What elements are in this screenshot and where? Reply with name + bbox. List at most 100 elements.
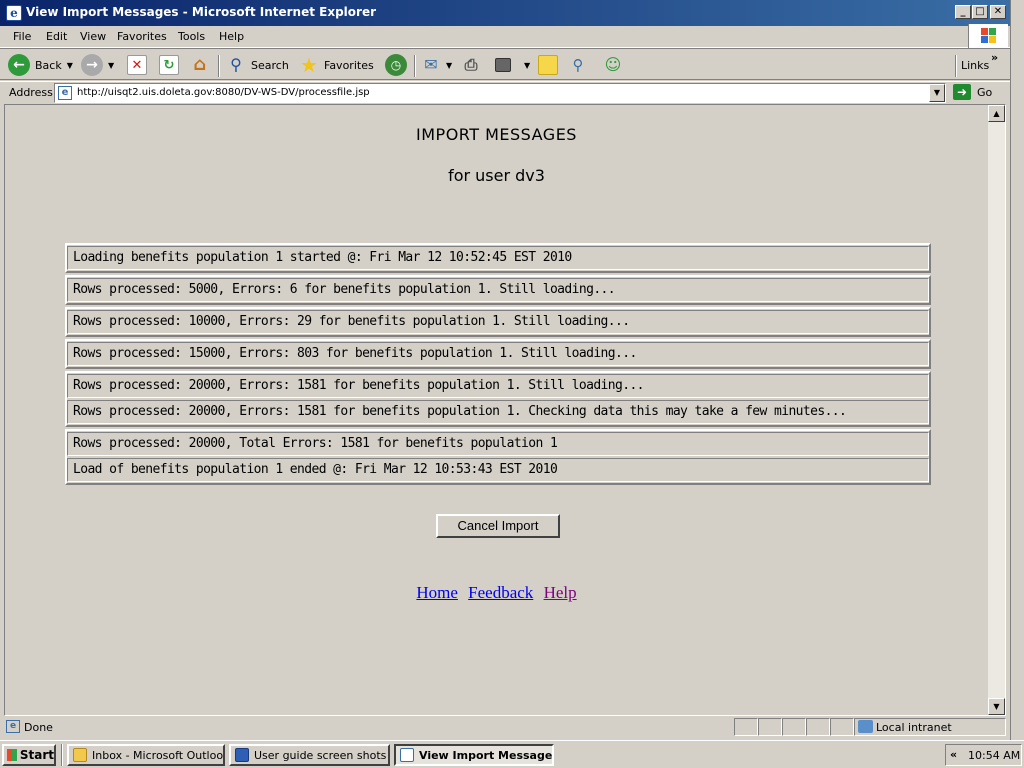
home-icon: ⌂ [193, 54, 207, 75]
task-label: User guide screen shots ... [254, 748, 390, 762]
go-label: Go [977, 85, 993, 99]
go-arrow-icon: ➜ [953, 84, 971, 100]
task-label: View Import Message... [419, 748, 554, 762]
maximize-button[interactable]: □ [972, 5, 988, 19]
page-done-icon: e [6, 720, 20, 733]
mail-icon: ✉ [424, 55, 438, 74]
tray-expand-icon[interactable]: « [950, 748, 957, 761]
start-button[interactable]: Start [2, 744, 56, 766]
favorites-label: Favorites [324, 58, 374, 72]
windows-flag-icon [981, 28, 997, 44]
message-group: Rows processed: 15000, Errors: 803 for b… [65, 339, 931, 369]
forward-arrow-icon: → [81, 54, 103, 76]
ie-window: e View Import Messages - Microsoft Inter… [0, 0, 1024, 768]
windows-start-icon [7, 749, 17, 761]
stop-button[interactable]: ✕ [127, 53, 147, 77]
minimize-button[interactable]: _ [955, 5, 971, 19]
help-link[interactable]: Help [544, 583, 577, 602]
search-icon: ⚲ [230, 55, 242, 74]
mail-button[interactable]: ✉ ▼ [421, 53, 452, 77]
footer-links: Home Feedback Help [5, 583, 988, 603]
window-title: View Import Messages - Microsoft Interne… [26, 5, 377, 19]
word-icon [235, 748, 249, 762]
scroll-down-icon[interactable]: ▼ [988, 698, 1005, 715]
menu-favorites[interactable]: Favorites [117, 30, 167, 43]
favorites-button[interactable]: ★ Favorites [299, 53, 374, 77]
taskbar-ie-button[interactable]: View Import Message... [394, 744, 554, 766]
import-messages-list: Loading benefits population 1 started @:… [65, 243, 931, 487]
cancel-import-button[interactable]: Cancel Import [436, 514, 560, 538]
message-group: Loading benefits population 1 started @:… [65, 243, 931, 273]
messenger-icon: ☺ [604, 55, 622, 74]
menu-view[interactable]: View [80, 30, 106, 43]
message-row: Rows processed: 20000, Errors: 1581 for … [67, 400, 929, 424]
links-chevron-icon: » [991, 51, 999, 64]
back-label: Back [35, 58, 62, 72]
refresh-icon: ↻ [159, 55, 179, 75]
toolbar-separator [955, 55, 957, 77]
scroll-up-icon[interactable]: ▲ [988, 105, 1005, 122]
print-button[interactable]: ⎙ [461, 53, 481, 77]
menu-file[interactable]: File [13, 30, 31, 43]
back-dropdown-icon[interactable]: ▼ [67, 61, 73, 70]
mail-dropdown-icon[interactable]: ▼ [446, 61, 452, 70]
go-button[interactable]: ➜ Go [953, 84, 992, 100]
discuss-button[interactable] [538, 53, 558, 77]
message-row: Rows processed: 15000, Errors: 803 for b… [67, 342, 929, 366]
menu-tools[interactable]: Tools [178, 30, 205, 43]
clock[interactable]: 10:54 AM [968, 749, 1020, 762]
address-label: Address [9, 86, 53, 99]
zone-text: Local intranet [876, 721, 952, 734]
address-dropdown-icon[interactable]: ▼ [929, 84, 945, 102]
toolbar-separator [414, 55, 416, 77]
status-text: Done [24, 721, 53, 734]
taskbar: Start Inbox - Microsoft Outlook User gui… [0, 740, 1024, 768]
feedback-link[interactable]: Feedback [468, 583, 533, 602]
edit-dropdown-icon[interactable]: ▼ [524, 61, 530, 70]
status-cell [806, 718, 830, 736]
background-window-edge [1010, 0, 1024, 740]
forward-dropdown-icon[interactable]: ▼ [108, 61, 114, 70]
search-button[interactable]: ⚲ Search [226, 53, 289, 77]
local-intranet-icon [858, 720, 873, 733]
vertical-scrollbar[interactable]: ▲ ▼ [988, 105, 1005, 715]
page-content: IMPORT MESSAGES for user dv3 Loading ben… [5, 105, 988, 715]
edit-button[interactable]: ▼ [495, 53, 530, 77]
edit-icon [495, 58, 511, 72]
content-frame: IMPORT MESSAGES for user dv3 Loading ben… [4, 104, 1006, 716]
status-cell [830, 718, 854, 736]
windows-logo [968, 24, 1008, 48]
address-url[interactable]: http://uisqt2.uis.doleta.gov:8080/DV-WS-… [77, 87, 370, 98]
history-icon: ◷ [385, 54, 407, 76]
refresh-button[interactable]: ↻ [159, 53, 179, 77]
back-button[interactable]: ← Back ▼ [8, 53, 73, 77]
message-row: Rows processed: 20000, Total Errors: 158… [67, 432, 929, 456]
page-icon: e [58, 86, 72, 100]
home-button[interactable]: ⌂ [190, 53, 210, 77]
message-row: Rows processed: 10000, Errors: 29 for be… [67, 310, 929, 334]
address-input[interactable]: e http://uisqt2.uis.doleta.gov:8080/DV-W… [54, 83, 946, 103]
links-button[interactable]: Links » [961, 51, 998, 77]
research-icon: ⚲ [572, 56, 584, 74]
system-tray: « 10:54 AM [945, 744, 1022, 766]
menu-help[interactable]: Help [219, 30, 244, 43]
taskbar-word-button[interactable]: User guide screen shots ... [229, 744, 390, 766]
search-label: Search [251, 58, 289, 72]
message-row: Load of benefits population 1 ended @: F… [67, 458, 929, 482]
message-group: Rows processed: 5000, Errors: 6 for bene… [65, 275, 931, 305]
address-bar: Address e http://uisqt2.uis.doleta.gov:8… [0, 81, 1010, 103]
close-button[interactable]: ✕ [990, 5, 1006, 19]
history-button[interactable]: ◷ [385, 53, 407, 77]
home-link[interactable]: Home [416, 583, 458, 602]
taskbar-divider [61, 744, 63, 766]
message-row: Rows processed: 20000, Errors: 1581 for … [67, 374, 929, 398]
forward-button[interactable]: → ▼ [81, 53, 114, 77]
status-cell [758, 718, 782, 736]
message-group: Rows processed: 10000, Errors: 29 for be… [65, 307, 931, 337]
menu-edit[interactable]: Edit [46, 30, 67, 43]
taskbar-outlook-button[interactable]: Inbox - Microsoft Outlook [67, 744, 225, 766]
page-subtitle: for user dv3 [448, 166, 545, 185]
messenger-button[interactable]: ☺ [603, 53, 623, 77]
research-button[interactable]: ⚲ [568, 53, 588, 77]
page-title: IMPORT MESSAGES [416, 125, 577, 144]
